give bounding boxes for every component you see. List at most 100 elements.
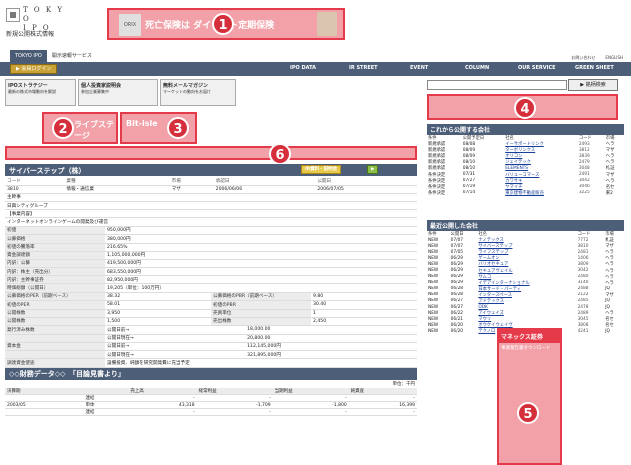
row-value: 2,450 bbox=[311, 317, 417, 326]
row-value: 公開日前→ bbox=[105, 325, 246, 335]
ad-number-badge: 1 bbox=[212, 13, 234, 35]
ad-3-text: Bit-isle bbox=[126, 119, 158, 128]
finance-unit: 単位：千円 bbox=[392, 381, 416, 387]
row-label: 公募価格 bbox=[5, 234, 105, 244]
offering-table: 初値 950,000円 公募価格 380,000円 初値の騰落率 216.65% 資金調達額… bbox=[5, 226, 417, 293]
recent-table: 条件 公開日 社名 コード 市場 NEW 07/07 ナノテックス 7772 札証 NEW… bbox=[427, 231, 624, 335]
table-cell: - bbox=[196, 394, 273, 403]
info-header: コード bbox=[5, 177, 65, 186]
table-row: 公募価格 380,000円 bbox=[5, 234, 417, 244]
company-info-table: コード 業種 市場 承認日 公開日 3810 情報・通信業 マザ 2006/06… bbox=[5, 177, 417, 227]
table-cell: 2003/05 bbox=[5, 401, 84, 410]
row-value: 1 bbox=[311, 309, 417, 318]
link-contact[interactable]: お問い合わせ bbox=[571, 55, 595, 60]
company-link[interactable]: 東京建物不動産販売 bbox=[504, 190, 578, 196]
next-button[interactable]: ▶ bbox=[367, 165, 379, 174]
row-value: 20,800.00 bbox=[245, 334, 417, 343]
upcoming-table: 条件 公開予定日 社名 コード 市場 新規承認 08/08 イーサポートリンク 249… bbox=[427, 135, 624, 196]
banner-mail-magazine[interactable]: 無料メールマガジン マーケットの動向をお届け bbox=[160, 79, 236, 106]
nav-ir-street[interactable]: IR STREET bbox=[349, 65, 378, 71]
banner-title: IPOストラテジー bbox=[8, 83, 48, 89]
row-label: 資金調達額 bbox=[5, 251, 105, 260]
table-cell: - bbox=[272, 394, 349, 403]
info-header: 市場 bbox=[169, 177, 214, 186]
table-cell: - bbox=[128, 394, 197, 403]
row-value: 112,145,000円 bbox=[245, 342, 417, 351]
info-value: 情報・通信業 bbox=[64, 185, 170, 194]
banner-ipo-strategy[interactable]: IPOストラテジー 最新の株式市場動向を解説 bbox=[5, 79, 76, 106]
side-ad-banner[interactable]: マネックス証券 事業報告書ダウンロード 5 bbox=[497, 328, 562, 465]
row-value: 58.01 bbox=[105, 300, 211, 310]
table-row: 公開日現在→ 321,895,000円 bbox=[5, 350, 417, 360]
nav-green-sheet[interactable]: GREEN SHEET bbox=[575, 65, 614, 71]
table-cell: NEW bbox=[428, 328, 439, 334]
table-cell: 06/20 bbox=[450, 328, 464, 334]
row-label: 初値の騰落率 bbox=[5, 243, 105, 252]
logo-line1: T O K Y O bbox=[23, 6, 64, 23]
link-english[interactable]: ENGLISH bbox=[605, 55, 623, 60]
table-cell: 4241 bbox=[577, 328, 589, 334]
ir-materials-button[interactable]: IR資料・説明会 bbox=[301, 165, 342, 174]
row-value: 19,205（単位：100万円） bbox=[105, 283, 417, 293]
logo-icon bbox=[6, 8, 20, 22]
banner-text: マーケットの動向をお届け bbox=[163, 89, 211, 94]
finance-header-row: 決算期 売上高 経常利益 当期利益 純資産 bbox=[5, 387, 417, 396]
row-value: 419,500,000円 bbox=[105, 259, 417, 269]
nav-event[interactable]: EVENT bbox=[410, 65, 428, 71]
recent-ipo-panel: 最近公開した会社 条件 公開日 社名 コード 市場 NEW 07/07 ナノテックス… bbox=[427, 220, 624, 335]
tab-disclosure-service[interactable]: 開示速報サービス bbox=[47, 50, 97, 62]
row-value: 公開日前→ bbox=[105, 342, 246, 351]
row-value: 9.80 bbox=[311, 292, 417, 302]
search-input[interactable] bbox=[427, 80, 567, 90]
nav-column[interactable]: COLUMN bbox=[465, 65, 489, 71]
table-row: 初値の騰落率 216.65% bbox=[5, 243, 417, 252]
nav-ipo-data[interactable]: IPO DATA bbox=[290, 65, 316, 71]
capital-table: 発行済み株数 公開日前→ 18,000.00 公開日現在→ 20,800.00 資本金 公開… bbox=[5, 325, 417, 360]
ad-block-6[interactable]: 6 bbox=[5, 143, 417, 165]
row-value: 公開日現在→ bbox=[105, 350, 246, 360]
ad-block-2[interactable]: ライブステージ 2 bbox=[42, 112, 118, 144]
header-ad-banner[interactable]: ORIX 死亡保険は ダイレクト定期保険 1 bbox=[107, 8, 345, 40]
info-value: 3810 bbox=[5, 185, 65, 194]
info-value: 2006/06/06 bbox=[213, 185, 316, 194]
finance-title: ◇◇財務データ◇◇ 「目論見書より」 bbox=[5, 367, 417, 380]
info-header: 業種 bbox=[64, 177, 170, 186]
search-button[interactable]: ▶ 銘柄検索 bbox=[568, 79, 618, 91]
member-login-button[interactable]: ▶ 会員ログイン bbox=[10, 64, 58, 74]
side-ad-title: マネックス証券 bbox=[499, 330, 560, 343]
row-label: 公開株数 bbox=[5, 317, 105, 326]
row-value: 1,105,000,000円 bbox=[105, 251, 417, 260]
table-row[interactable]: 条件決定 07/14 東京建物不動産販売 3225 東2 bbox=[427, 190, 624, 196]
col-header: 経常利益 bbox=[196, 387, 273, 396]
row-label: 発行済み株数 bbox=[5, 325, 105, 335]
info-header: 承認日 bbox=[213, 177, 316, 186]
banner-title: 個人投資家説明会 bbox=[81, 83, 122, 89]
table-cell: - bbox=[128, 408, 197, 417]
site-logo[interactable]: T O K Y O I P O 新規公開株式情報 bbox=[6, 4, 68, 40]
col-header: 純資産 bbox=[348, 387, 417, 396]
company-title-bar: サイバーステップ（株） IR資料・説明会 ▶ bbox=[5, 164, 417, 176]
ad-block-3[interactable]: Bit-isle 3 bbox=[120, 112, 197, 144]
row-label: 内訳：主幹事証券 bbox=[5, 275, 105, 285]
row-value: 1,500 bbox=[105, 317, 211, 326]
row-label: 売出株数 bbox=[211, 317, 311, 326]
row-label: 初値のPER bbox=[5, 300, 105, 310]
table-row: 初値のPER 58.01 初値のPBR 30.40 bbox=[5, 300, 417, 310]
tab-tokyo-ipo[interactable]: TOKYO IPO bbox=[10, 50, 47, 62]
row-label: 公開株数 bbox=[5, 309, 105, 318]
row-label: 時価総額（公開日） bbox=[5, 283, 105, 293]
banner-investor-briefing[interactable]: 個人投資家説明会 参加企業募集中 bbox=[78, 79, 158, 106]
table-row: 連結 - - - - bbox=[5, 394, 417, 403]
table-cell: - bbox=[272, 408, 349, 417]
ad-block-4[interactable]: 4 bbox=[427, 94, 618, 120]
row-label bbox=[5, 334, 105, 343]
nav-our-service[interactable]: OUR SERVICE bbox=[518, 65, 556, 71]
table-row: 発行済み株数 公開日前→ 18,000.00 bbox=[5, 325, 417, 335]
row-value: 216.65% bbox=[105, 243, 417, 252]
upcoming-ipo-panel: これから公開する会社 条件 公開予定日 社名 コード 市場 新規承認 08/08 イ… bbox=[427, 124, 624, 196]
table-cell: -1,800 bbox=[272, 401, 349, 410]
company-info: コード 業種 市場 承認日 公開日 3810 情報・通信業 マザ 2006/06… bbox=[5, 177, 417, 417]
table-cell: 単体 bbox=[83, 401, 129, 410]
logo-subtitle: 新規公開株式情報 bbox=[6, 31, 55, 38]
ad-number-badge: 5 bbox=[517, 402, 539, 424]
